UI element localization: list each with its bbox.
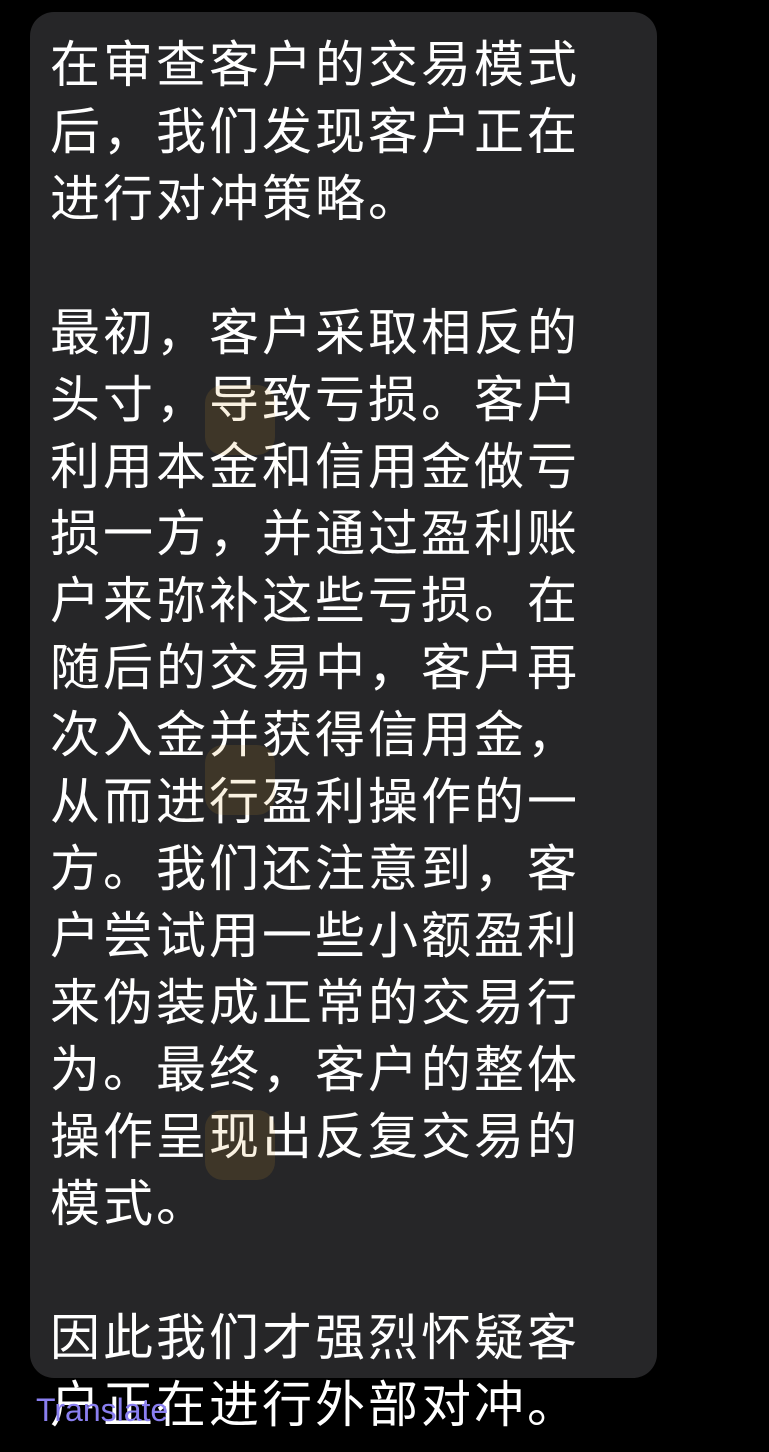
message-paragraph-2: 最初，客户采取相反的 头寸，导致亏损。客户 利用本金和信用金做亏 损一方，并通过… bbox=[50, 304, 580, 1233]
message-paragraph-1: 在审查客户的交易模式 后，我们发现客户正在 进行对冲策略。 bbox=[50, 36, 580, 228]
message-bubble[interactable]: 在审查客户的交易模式 后，我们发现客户正在 进行对冲策略。 最初，客户采取相反的… bbox=[30, 12, 657, 1434]
translate-link[interactable]: Translate bbox=[36, 1390, 168, 1430]
